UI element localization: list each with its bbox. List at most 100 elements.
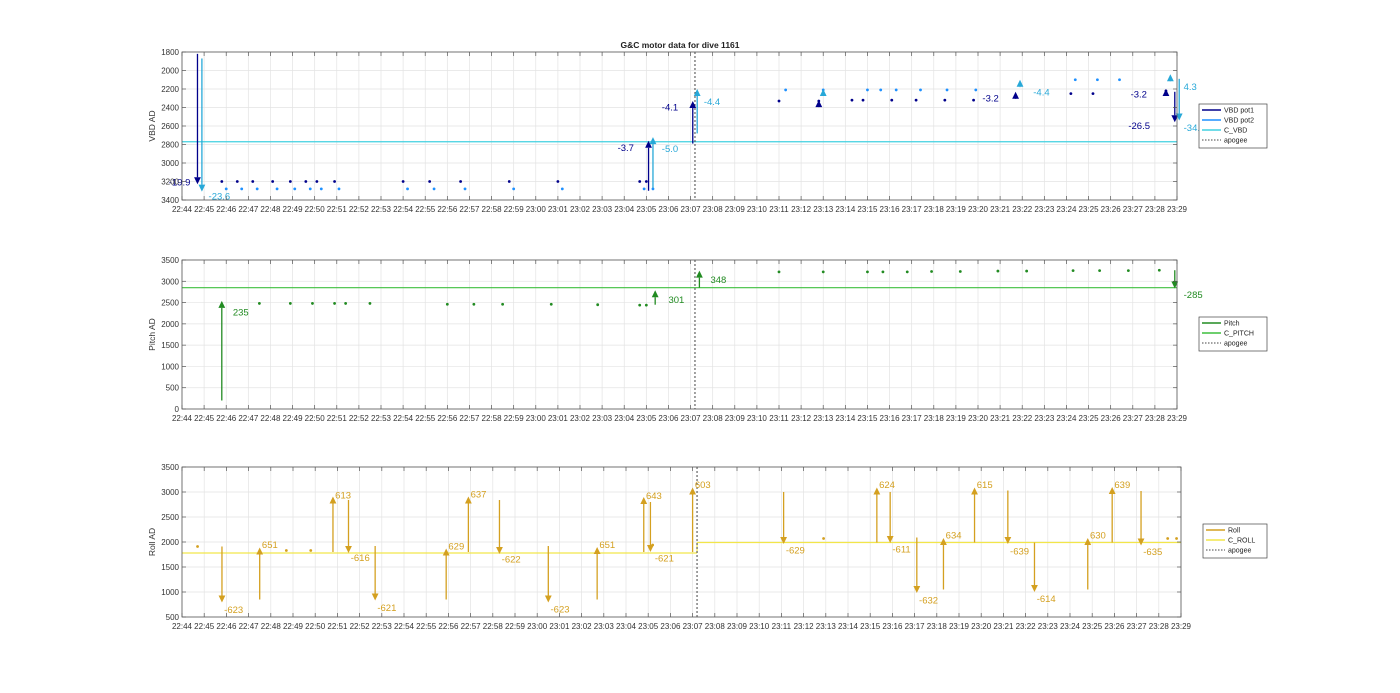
data-label: -285	[1184, 290, 1203, 301]
data-point	[271, 180, 275, 183]
data-point	[235, 180, 239, 183]
data-point	[401, 180, 405, 183]
data-label: -3.7	[618, 143, 634, 154]
data-point	[445, 302, 449, 306]
data-point	[777, 270, 781, 274]
x-tick-label: 22:54	[394, 622, 415, 631]
x-tick-label: 22:55	[416, 622, 437, 631]
x-tick-label: 23:10	[749, 622, 770, 631]
x-tick-label: 22:51	[327, 205, 348, 214]
data-label: 613	[335, 491, 351, 502]
x-tick-label: 23:03	[592, 414, 613, 423]
data-point	[1175, 537, 1178, 540]
x-tick-label: 23:10	[747, 414, 768, 423]
x-tick-label: 23:00	[526, 414, 547, 423]
data-point	[1069, 92, 1073, 96]
y-tick-label: 2000	[161, 67, 179, 76]
roll-panel: -623 651 613 -616 -621 629 637 -622 -623 651 643 -6…	[147, 463, 1268, 631]
data-point	[428, 180, 432, 183]
x-tick-label: 22:48	[260, 205, 281, 214]
x-tick-label: 23:29	[1167, 205, 1188, 214]
data-label: -616	[351, 553, 370, 564]
data-point	[642, 187, 646, 191]
x-tick-label: 23:01	[549, 622, 570, 631]
data-label: 629	[448, 542, 464, 553]
x-tick-label: 22:51	[327, 414, 348, 423]
data-label: -623	[551, 605, 570, 616]
data-label: -622	[502, 555, 521, 566]
x-tick-label: 23:29	[1171, 622, 1192, 631]
x-tick-label: 22:58	[482, 414, 503, 423]
y-axis-label: VBD AD	[147, 110, 157, 141]
x-tick-label: 22:55	[415, 414, 436, 423]
x-tick-label: 23:17	[902, 205, 923, 214]
data-point	[777, 99, 781, 103]
x-tick-label: 23:25	[1079, 414, 1100, 423]
data-label: 639	[1114, 480, 1130, 491]
x-tick-label: 23:27	[1123, 205, 1144, 214]
x-tick-label: 22:58	[483, 622, 504, 631]
x-tick-label: 23:21	[993, 622, 1014, 631]
data-point	[251, 180, 255, 183]
y-tick-label: 3400	[161, 196, 179, 205]
data-label: 301	[668, 295, 684, 306]
data-point	[822, 537, 825, 540]
x-tick-label: 23:16	[880, 414, 901, 423]
y-tick-label: 2500	[161, 299, 179, 308]
y-tick-label: 1500	[161, 341, 179, 350]
x-tick-label: 22:51	[327, 622, 348, 631]
x-tick-label: 23:13	[813, 414, 834, 423]
data-point	[1118, 78, 1121, 82]
data-label: 235	[233, 307, 249, 318]
x-tick-label: 23:05	[636, 205, 657, 214]
legend-label: VBD pot2	[1224, 118, 1254, 125]
data-point	[905, 270, 909, 274]
x-tick-label: 23:07	[681, 205, 702, 214]
data-point	[556, 180, 560, 183]
x-tick-label: 22:57	[461, 622, 482, 631]
x-tick-label: 22:48	[260, 414, 281, 423]
x-tick-label: 23:24	[1060, 622, 1081, 631]
x-tick-label: 22:59	[504, 414, 525, 423]
x-tick-label: 23:15	[860, 622, 881, 631]
y-tick-label: 2800	[161, 141, 179, 150]
data-point	[866, 270, 869, 274]
vbd-panel: -19.9-23.6-3.7 -5.0-4.1-4.4 -3.2-4.4 -3.24.…	[147, 48, 1268, 214]
pitch-panel: 235 301 348 -285 0 500 1000 1500 2000 2500 3000 350…	[147, 256, 1268, 423]
x-tick-label: 23:22	[1016, 622, 1037, 631]
data-point	[224, 187, 228, 191]
data-point	[288, 180, 292, 183]
x-tick-label: 23:20	[968, 205, 989, 214]
x-tick-label: 23:23	[1034, 414, 1055, 423]
data-point	[945, 88, 949, 92]
data-label: 643	[646, 491, 662, 502]
y-tick-label: 0	[175, 405, 180, 414]
x-tick-label: 23:02	[572, 622, 593, 631]
x-tick-label: 23:09	[725, 205, 746, 214]
data-label: -23.6	[209, 191, 231, 202]
data-label: 651	[262, 540, 278, 551]
data-point	[333, 180, 336, 183]
data-label: -4.1	[662, 103, 678, 114]
x-tick-label: 23:06	[658, 414, 679, 423]
data-label: -639	[1010, 547, 1029, 558]
x-tick-label: 22:54	[393, 414, 414, 423]
x-tick-label: 23:07	[681, 414, 702, 423]
x-tick-label: 23:14	[835, 205, 856, 214]
y-tick-label: 1500	[161, 563, 179, 572]
x-tick-label: 23:21	[990, 205, 1011, 214]
data-point	[549, 302, 553, 306]
data-point	[311, 302, 314, 305]
x-tick-label: 23:08	[703, 414, 724, 423]
x-tick-label: 23:18	[927, 622, 948, 631]
data-point	[472, 302, 476, 306]
x-tick-label: 22:45	[194, 414, 215, 423]
x-tick-label: 22:58	[482, 205, 503, 214]
x-tick-label: 23:11	[769, 414, 789, 423]
data-point	[972, 98, 975, 102]
x-tick-label: 23:08	[705, 622, 726, 631]
data-label: 630	[1090, 531, 1106, 542]
x-tick-label: 22:46	[216, 622, 237, 631]
y-tick-label: 500	[166, 384, 180, 393]
x-tick-label: 23:08	[703, 205, 724, 214]
